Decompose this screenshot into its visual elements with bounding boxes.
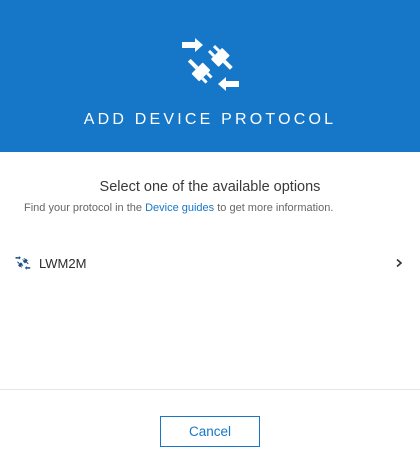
chevron-right-icon <box>396 258 403 268</box>
dialog-header: ADD DEVICE PROTOCOL <box>0 0 420 152</box>
cancel-button[interactable]: Cancel <box>160 416 260 447</box>
device-guides-link[interactable]: Device guides <box>145 202 214 214</box>
plug-connect-icon <box>15 256 31 270</box>
hint-text-before: Find your protocol in the <box>24 202 146 214</box>
protocol-option-label: LWM2M <box>39 255 87 271</box>
dialog-title: ADD DEVICE PROTOCOL <box>83 111 337 128</box>
options-subtitle: Select one of the available options <box>99 179 321 195</box>
plug-connect-icon <box>182 38 239 91</box>
hint-text-after: to get more information. <box>214 202 334 214</box>
protocol-option-lwm2m[interactable]: LWM2M <box>8 249 412 277</box>
dialog-footer: Cancel <box>0 389 420 470</box>
add-device-protocol-dialog: ADD DEVICE PROTOCOL Select one of the av… <box>0 0 420 470</box>
protocol-hint: Find your protocol in the Device guides … <box>24 202 404 214</box>
dialog-body: Select one of the available options Find… <box>0 152 420 390</box>
